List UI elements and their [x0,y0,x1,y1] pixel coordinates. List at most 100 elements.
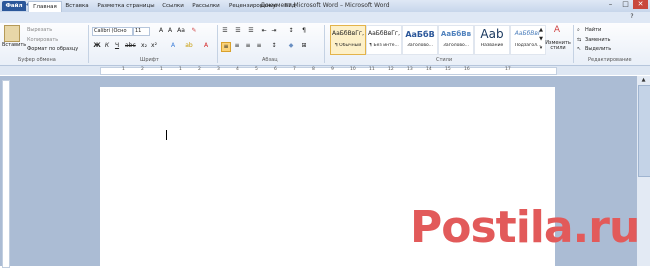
group-separator [88,25,89,63]
strikethrough-icon[interactable]: abc [125,42,136,50]
scroll-up-icon[interactable]: ▲ [638,77,649,84]
ruler-number: 7 [293,67,296,72]
style-title[interactable]: Aab Название [474,25,510,55]
style-sample: АаБбВ [405,30,435,39]
style-heading-1[interactable]: АаБбВ Заголово... [402,25,438,55]
font-color-icon[interactable]: A [202,42,210,50]
underline-icon[interactable]: Ч [113,42,121,50]
ruler-number: 11 [369,67,375,72]
style-heading-2[interactable]: АаБбВв Заголово... [438,25,474,55]
ruler-number: 3 [217,67,220,72]
superscript-icon[interactable]: x² [150,42,158,50]
sort-icon[interactable]: ↕ [287,27,295,35]
ruler-number: 1 [179,67,182,72]
style-sample: АаБбВвГг, [332,30,364,37]
ruler-number: 2 [141,67,144,72]
styles-scroll-up-icon[interactable]: ▲ [537,26,545,34]
vertical-ruler[interactable] [2,80,10,268]
justify-icon[interactable]: ≡ [255,42,263,50]
align-center-icon[interactable]: ≡ [233,42,241,50]
style-sample: АаБбВвГг, [368,30,400,37]
grow-font-icon[interactable]: A [157,27,165,35]
ruler-number: 2 [198,67,201,72]
font-size-select[interactable]: 11 [133,27,150,36]
tab-view[interactable]: Вид [282,1,298,11]
ruler-number: 6 [274,67,277,72]
ruler-number: 17 [505,67,511,72]
bold-icon[interactable]: Ж [93,42,101,50]
style-name: Заголово... [406,43,434,48]
maximize-icon[interactable]: □ [618,0,633,9]
shading-icon[interactable]: ◆ [287,42,295,50]
tab-mailings[interactable]: Рассылки [190,1,222,11]
font-name-select[interactable]: Calibri (Осно [92,27,133,36]
tab-file[interactable]: Файл [2,1,26,11]
select-button[interactable]: Выделить [585,46,611,52]
tab-references[interactable]: Ссылки [158,1,188,11]
align-left-icon[interactable]: ≡ [221,42,231,52]
line-spacing-icon[interactable]: ↕ [270,42,278,50]
find-icon[interactable]: ⌕ [577,27,580,33]
ruler-number: 15 [445,67,451,72]
help-icon[interactable]: ? [628,13,636,21]
replace-icon[interactable]: ⇆ [577,37,581,43]
tab-page-layout[interactable]: Разметка страницы [96,1,156,11]
multilevel-list-icon[interactable]: ☰ [247,27,255,35]
numbering-icon[interactable]: ☰ [234,27,242,35]
paste-button[interactable]: Вставить [2,42,26,48]
bullets-icon[interactable]: ☰ [221,27,229,35]
shrink-font-icon[interactable]: A [166,27,174,35]
style-name: ¶ Обычный [334,43,362,48]
select-icon[interactable]: ↖ [577,46,581,52]
align-right-icon[interactable]: ≡ [244,42,252,50]
minimize-icon[interactable]: – [603,0,618,9]
cut-button[interactable]: Вырезать [27,27,52,33]
ruler-number: 1 [160,67,163,72]
find-button[interactable]: Найти [585,27,601,33]
decrease-indent-icon[interactable]: ⇤ [260,27,268,35]
style-sample: Aab [480,27,504,41]
tab-home[interactable]: Главная [28,1,62,12]
ruler-number: 12 [388,67,394,72]
paragraph-group-label: Абзац [262,57,278,63]
ruler-number: 16 [464,67,470,72]
ruler-number: 9 [331,67,334,72]
ruler-number: 5 [255,67,258,72]
style-no-spacing[interactable]: АаБбВвГг, ¶ Без инте... [366,25,402,55]
format-painter-button[interactable]: Формат по образцу [27,46,78,52]
clipboard-group-label: Буфер обмена [18,57,56,63]
subscript-icon[interactable]: x₂ [140,42,148,50]
horizontal-ruler[interactable] [100,67,557,75]
clear-format-icon[interactable]: ✎ [190,27,198,35]
change-styles-button[interactable]: Изменить стили [545,41,571,51]
ruler-number: 8 [312,67,315,72]
style-name: Заголово... [442,43,470,48]
italic-icon[interactable]: К [103,42,111,50]
styles-group-label: Стили [436,57,453,63]
change-case-icon[interactable]: Aa [177,27,185,35]
scroll-thumb[interactable] [638,85,650,177]
style-normal[interactable]: АаБбВвГг, ¶ Обычный [330,25,366,55]
increase-indent-icon[interactable]: ⇥ [270,27,278,35]
ruler-number: 14 [426,67,432,72]
replace-button[interactable]: Заменить [585,37,611,43]
tab-insert[interactable]: Вставка [62,1,92,11]
show-marks-icon[interactable]: ¶ [300,27,308,35]
ruler-number: 10 [350,67,356,72]
styles-scroll-down-icon[interactable]: ▼ [537,35,545,43]
tab-review[interactable]: Рецензирование [226,1,280,11]
change-styles-icon[interactable]: A [553,26,561,35]
ruler-number: 1 [122,67,125,72]
copy-button[interactable]: Копировать [27,37,58,43]
group-separator [217,25,218,63]
paste-icon[interactable] [4,25,20,42]
styles-more-icon[interactable]: ▾ [537,44,545,52]
style-sample: АаБбВв [440,30,472,38]
style-name: Название [480,43,504,48]
close-icon[interactable]: ✕ [633,0,648,9]
text-effects-icon[interactable]: A [169,42,177,50]
borders-icon[interactable]: ⊞ [300,42,308,50]
text-cursor [166,130,167,140]
highlight-icon[interactable]: ab [185,42,193,50]
font-group-label: Шрифт [140,57,159,63]
